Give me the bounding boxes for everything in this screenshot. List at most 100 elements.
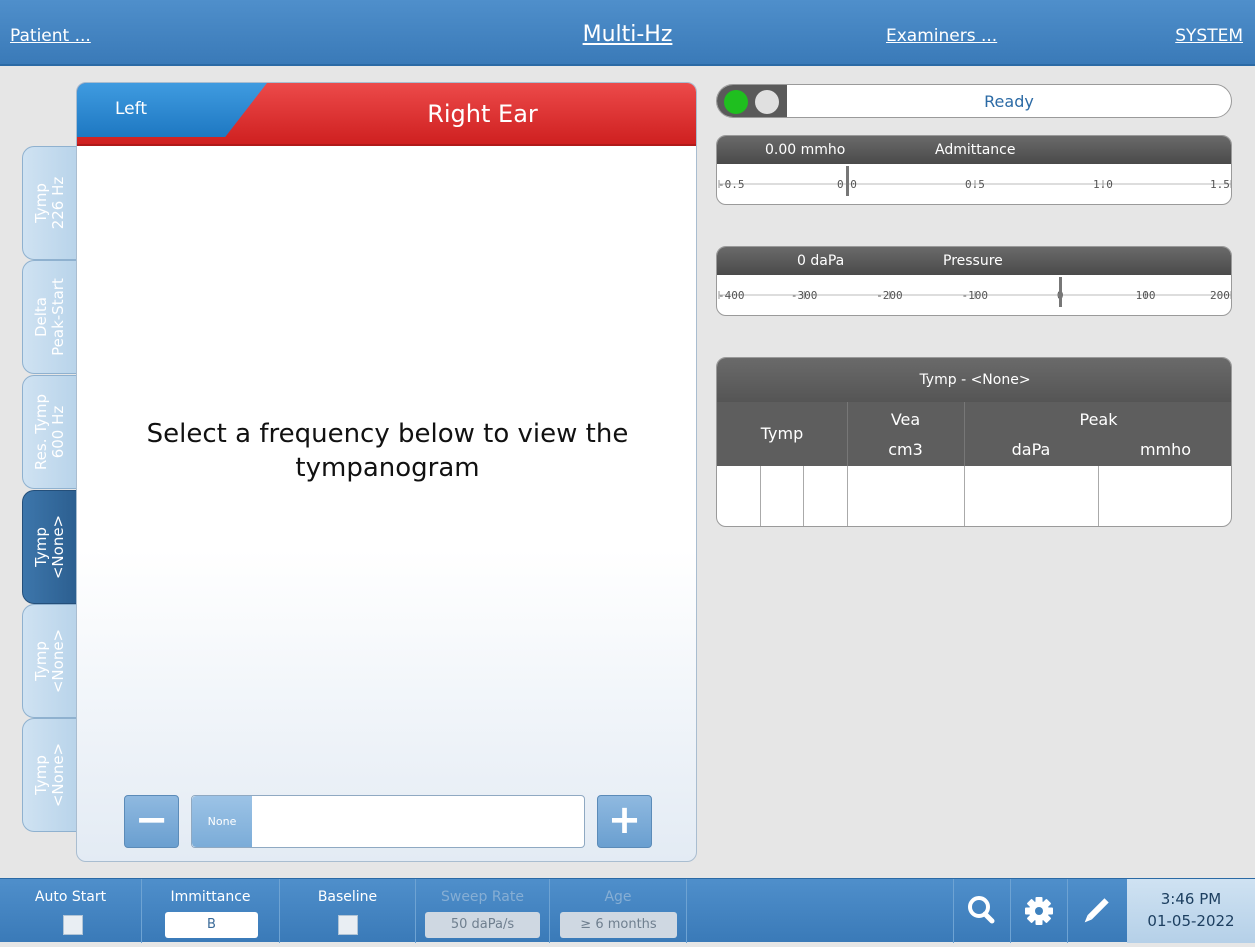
clock-time: 3:46 PM <box>1160 890 1222 908</box>
pressure-header: 0 daPa Pressure <box>717 247 1231 275</box>
side-tab-label: Delta Peak-Start <box>31 262 67 372</box>
col-vea: Vea <box>890 410 921 429</box>
col-vea-unit: cm3 <box>888 440 923 459</box>
frequency-slider-handle[interactable]: None <box>192 796 252 847</box>
status-bar: Ready <box>716 84 1232 118</box>
row-divider <box>964 466 965 526</box>
immittance-cell: Immittance B <box>142 879 280 943</box>
scale-tick-label: 1.5 <box>1210 178 1230 191</box>
clock: 3:46 PM 01-05-2022 <box>1127 879 1255 943</box>
side-tab-label: Tymp <None> <box>31 720 67 830</box>
side-tab-line1: Delta <box>31 296 50 338</box>
col-peak-dapa: daPa <box>1011 440 1051 459</box>
immittance-select[interactable]: B <box>165 912 258 938</box>
side-tab-label: Tymp <None> <box>32 606 67 716</box>
side-tab-line1: Res. Tymp <box>31 393 50 471</box>
side-tab-line2: 600 Hz <box>48 405 67 459</box>
patient-link[interactable]: Patient ... <box>10 26 91 46</box>
side-tab-delta[interactable]: Delta Peak-Start <box>22 260 76 374</box>
col-peak: Peak <box>1079 410 1118 429</box>
search-button[interactable] <box>953 879 1009 943</box>
baseline-label: Baseline <box>317 889 378 905</box>
bottom-bar: Auto Start Immittance B Baseline Sweep R… <box>0 878 1255 943</box>
status-light-green <box>724 90 748 114</box>
scale-tick-label: -300 <box>790 289 818 302</box>
left-ear-label: Left <box>115 99 147 119</box>
side-tab-line1: Tymp <box>31 527 50 567</box>
side-tab-tymp-none-2[interactable]: Tymp <None> <box>22 604 76 718</box>
status-lights <box>717 85 787 117</box>
age-label: Age <box>604 889 632 905</box>
side-tab-tymp-none-1[interactable]: Tymp <None> <box>22 490 76 604</box>
baseline-cell: Baseline <box>280 879 416 943</box>
status-light-gray <box>755 90 779 114</box>
gear-icon <box>1025 897 1053 925</box>
col-tymp: Tymp <box>760 424 804 443</box>
side-tab-label: Tymp <None> <box>31 492 67 602</box>
message-line2: tympanogram <box>295 453 480 483</box>
scale-tick-label: -400 <box>718 289 745 302</box>
right-ear-label: Right Ear <box>427 100 538 128</box>
table-header: Tymp Vea cm3 Peak daPa mmho <box>717 402 1231 466</box>
clock-date: 01-05-2022 <box>1147 912 1235 930</box>
row-divider <box>847 466 848 526</box>
side-tab-tymp-226[interactable]: Tymp 226 Hz <box>22 146 76 260</box>
side-tab-line2: 226 Hz <box>48 176 67 230</box>
auto-start-cell: Auto Start <box>0 879 142 943</box>
side-tab-line1: Tymp <box>31 183 50 223</box>
scale-tick-label: 0.5 <box>965 178 985 191</box>
admittance-needle <box>846 166 849 196</box>
admittance-header: 0.00 mmho Admittance <box>717 136 1231 164</box>
scale-tick-label: 200 <box>1210 289 1230 302</box>
page-title[interactable]: Multi-Hz <box>583 22 673 47</box>
scale-tick-label: -200 <box>876 289 903 302</box>
results-table: Tymp - <None> Tymp Vea cm3 Peak daPa mmh… <box>716 357 1232 527</box>
search-icon <box>968 896 995 924</box>
header-divider <box>964 402 965 466</box>
edit-button[interactable] <box>1067 879 1123 943</box>
scale-tick-label: -100 <box>961 289 989 302</box>
sweep-rate-label: Sweep Rate <box>440 889 524 905</box>
frequency-slider[interactable]: None <box>191 795 585 848</box>
side-tab-label: Tymp 226 Hz <box>31 148 67 258</box>
tympanogram-panel: Left Right Ear Select a frequency below … <box>76 82 697 862</box>
left-ear-button[interactable]: Left <box>77 83 267 137</box>
status-text: Ready <box>984 92 1034 111</box>
settings-button[interactable] <box>1010 879 1066 943</box>
pencil-icon <box>1084 898 1109 923</box>
scale-tick-label: 1.0 <box>1093 178 1113 191</box>
header-divider <box>847 402 848 466</box>
side-tab-label: Res. Tymp 600 Hz <box>31 377 67 487</box>
top-bar: Patient ... Multi-Hz Examiners ... SYSTE… <box>0 0 1255 66</box>
side-tab-res-tymp[interactable]: Res. Tymp 600 Hz <box>22 375 76 489</box>
system-link[interactable]: SYSTEM <box>1175 26 1243 46</box>
frequency-plus-button[interactable]: + <box>597 795 652 848</box>
message-line1: Select a frequency below to view the <box>146 419 629 449</box>
scale-tick-label: -0.5 <box>718 178 745 191</box>
immittance-label: Immittance <box>170 889 251 905</box>
instruction-message: Select a frequency below to view the tym… <box>77 417 696 485</box>
auto-start-label: Auto Start <box>34 889 107 905</box>
baseline-checkbox[interactable] <box>338 915 358 935</box>
page-title-wrap: Multi-Hz <box>0 22 1255 47</box>
auto-start-checkbox[interactable] <box>63 915 83 935</box>
row-divider <box>1098 466 1099 526</box>
examiners-link[interactable]: Examiners ... <box>886 26 997 46</box>
admittance-value: 0.00 mmho <box>765 142 846 158</box>
age-select[interactable]: ≥ 6 months <box>560 912 677 938</box>
side-tab-line1: Tymp <box>31 755 50 795</box>
age-cell: Age ≥ 6 months <box>550 879 687 943</box>
sweep-rate-select[interactable]: 50 daPa/s <box>425 912 540 938</box>
sweep-rate-cell: Sweep Rate 50 daPa/s <box>416 879 550 943</box>
frequency-minus-button[interactable]: − <box>124 795 179 848</box>
pressure-meter: 0 daPa Pressure -400-300-200-1000100200 <box>716 246 1232 316</box>
side-tab-tymp-none-3[interactable]: Tymp <None> <box>22 718 76 832</box>
pressure-label: Pressure <box>943 253 1003 269</box>
row-divider <box>760 466 761 526</box>
pressure-needle <box>1059 277 1063 307</box>
side-tab-line2: Peak-Start <box>48 278 67 356</box>
table-title: Tymp - <None> <box>717 358 1231 402</box>
side-tab-line2: <None> <box>48 514 67 580</box>
side-tab-line2: <None> <box>48 628 67 694</box>
admittance-label: Admittance <box>935 142 1016 158</box>
